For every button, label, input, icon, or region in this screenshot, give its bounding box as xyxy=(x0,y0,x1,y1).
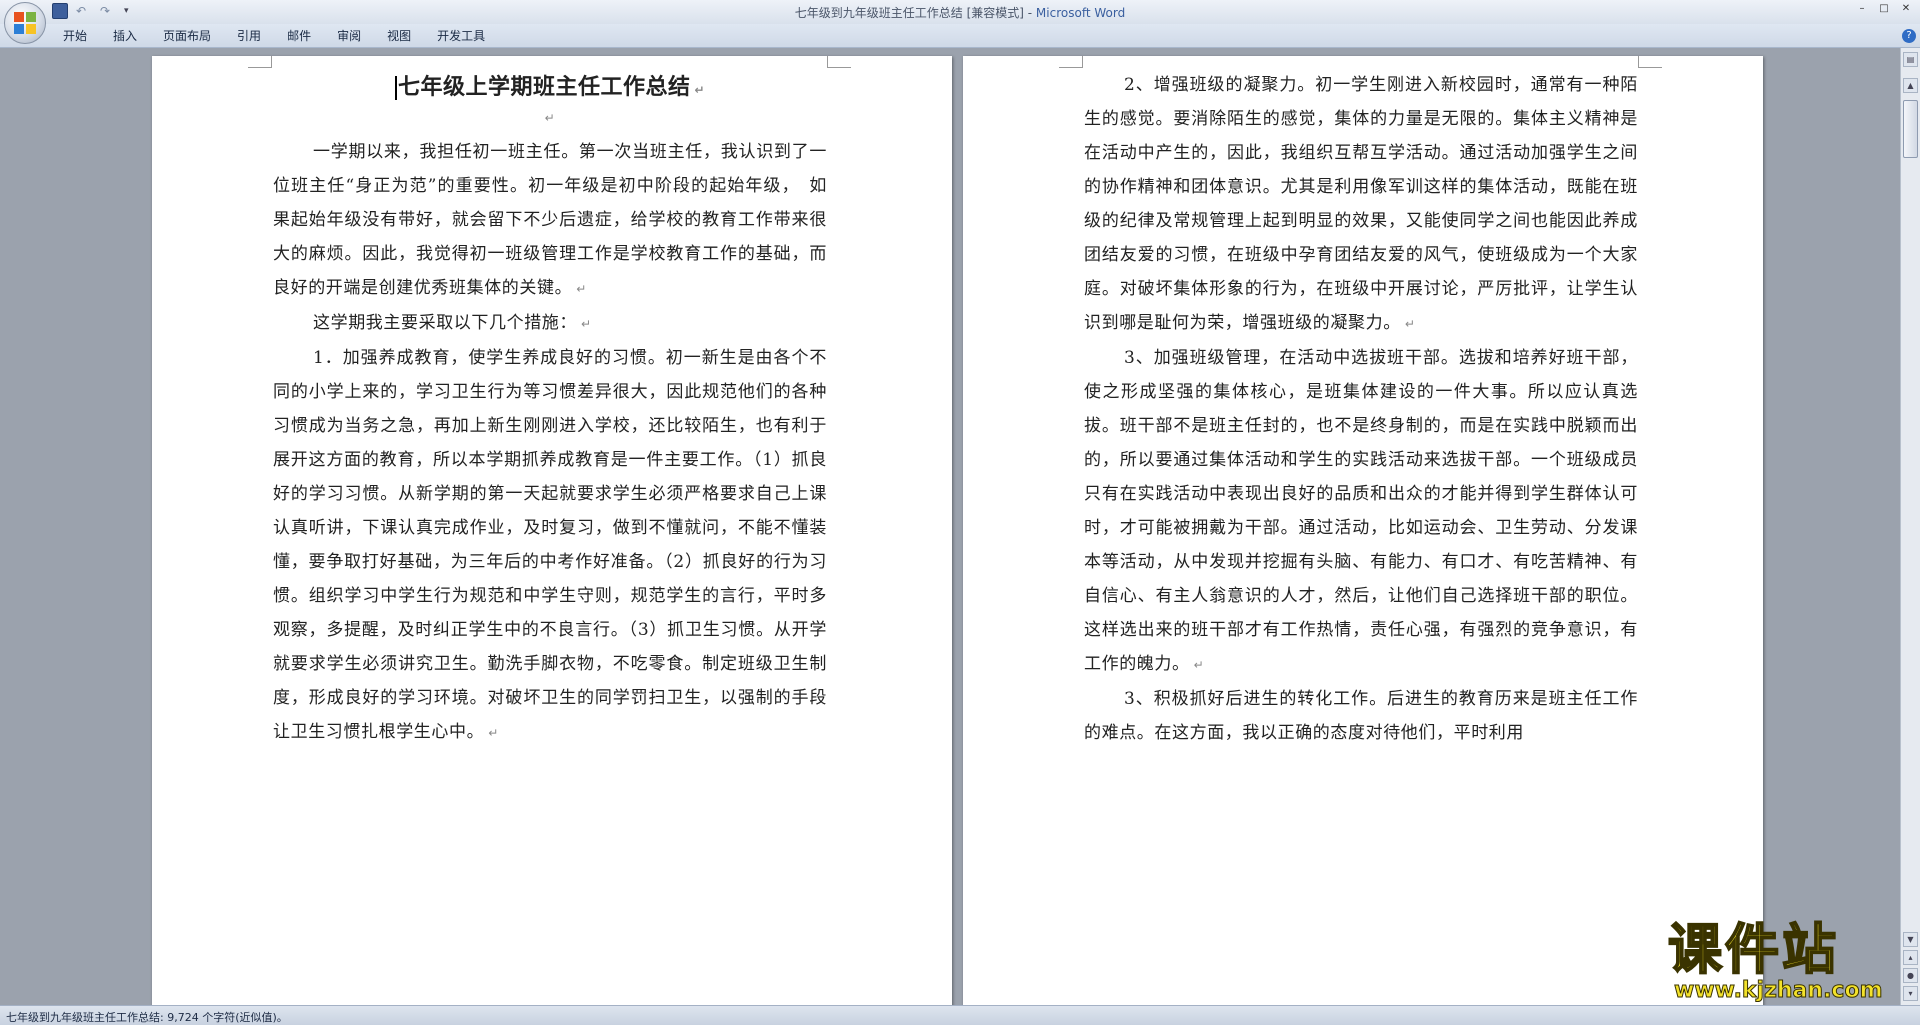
office-logo-icon xyxy=(14,12,36,34)
paragraph: 一学期以来，我担任初一班主任。第一次当班主任，我认识到了一位班主任“身正为范”的… xyxy=(273,135,827,306)
text-cursor xyxy=(394,76,397,100)
next-page-icon[interactable]: ▾ xyxy=(1903,986,1918,1001)
tab-developer[interactable]: 开发工具 xyxy=(424,24,498,48)
tab-references[interactable]: 引用 xyxy=(224,24,274,48)
help-icon[interactable]: ? xyxy=(1902,29,1916,43)
page-1-body[interactable]: 七年级上学期班主任工作总结 ↵ ↵ 一学期以来，我担任初一班主任。第一次当班主任，… xyxy=(273,56,827,750)
watermark-url: www.kjzhan.com xyxy=(1674,978,1884,1003)
vertical-scrollbar[interactable]: ▤ ▲ ▼ ▴ ● ▾ xyxy=(1900,48,1920,1005)
paragraph-mark: ↵ xyxy=(1404,317,1416,331)
tab-review[interactable]: 审阅 xyxy=(324,24,374,48)
paragraph: 1．加强养成教育，使学生养成良好的习惯。初一新生是由各个不同的小学上来的，学习卫… xyxy=(273,341,827,750)
tab-page-layout[interactable]: 页面布局 xyxy=(150,24,224,48)
tab-home[interactable]: 开始 xyxy=(50,24,100,48)
crop-mark xyxy=(827,56,851,68)
paragraph-text: 2、增强班级的凝聚力。初一学生刚进入新校园时，通常有一种陌生的感觉。要消除陌生的… xyxy=(1084,75,1638,333)
paragraph: 3、积极抓好后进生的转化工作。后进生的教育历来是班主任工作的难点。在这方面，我以… xyxy=(1084,682,1638,750)
scroll-thumb[interactable] xyxy=(1903,100,1918,158)
page-1[interactable]: 七年级上学期班主任工作总结 ↵ ↵ 一学期以来，我担任初一班主任。第一次当班主任，… xyxy=(152,56,952,1005)
status-bar: 七年级到九年级班主任工作总结: 9,724 个字符(近似值)。 xyxy=(0,1005,1920,1025)
paragraph-mark: ↵ xyxy=(576,282,587,296)
watermark-title: 课件站 xyxy=(1667,918,1839,981)
tab-view[interactable]: 视图 xyxy=(374,24,424,48)
scroll-down-icon[interactable]: ▼ xyxy=(1903,932,1918,947)
document-title: 七年级到九年级班主任工作总结 [兼容模式] - xyxy=(794,6,1036,20)
office-button[interactable] xyxy=(4,2,46,44)
paragraph-text: 这学期我主要采取以下几个措施： xyxy=(313,313,577,333)
paragraph: 3、加强班级管理，在活动中选拔班干部。选拔和培养好班干部，使之形成坚强的集体核心… xyxy=(1084,341,1638,682)
paragraph-text: 3、积极抓好后进生的转化工作。后进生的教育历来是班主任工作的难点。在这方面，我以… xyxy=(1084,689,1638,743)
ribbon-tab-bar: 开始 插入 页面布局 引用 邮件 审阅 视图 开发工具 ? xyxy=(0,24,1920,48)
previous-page-icon[interactable]: ▴ xyxy=(1903,950,1918,965)
heading-text: 七年级上学期班主任工作总结 xyxy=(397,74,691,100)
app-name: Microsoft Word xyxy=(1035,6,1126,20)
document-area: 七年级上学期班主任工作总结 ↵ ↵ 一学期以来，我担任初一班主任。第一次当班主任，… xyxy=(0,48,1900,1005)
paragraph-mark: ↵ xyxy=(581,317,592,331)
close-button[interactable]: ✕ xyxy=(1898,2,1914,16)
minimize-button[interactable]: – xyxy=(1854,2,1870,16)
site-watermark: 课件站 www.kjzhan.com xyxy=(1667,918,1898,1004)
page-2-body[interactable]: 2、增强班级的凝聚力。初一学生刚进入新校园时，通常有一种陌生的感觉。要消除陌生的… xyxy=(1084,68,1638,750)
paragraph-mark: ↵ xyxy=(1193,658,1205,672)
window-title: 七年级到九年级班主任工作总结 [兼容模式] - Microsoft Word xyxy=(0,4,1920,21)
maximize-button[interactable]: □ xyxy=(1876,2,1892,16)
tab-insert[interactable]: 插入 xyxy=(100,24,150,48)
window-controls: – □ ✕ xyxy=(1854,2,1914,16)
browse-object-icon[interactable]: ● xyxy=(1903,968,1918,983)
document-heading: 七年级上学期班主任工作总结 ↵ xyxy=(273,72,827,105)
scroll-up-icon[interactable]: ▲ xyxy=(1903,78,1918,93)
page-2[interactable]: 2、增强班级的凝聚力。初一学生刚进入新校园时，通常有一种陌生的感觉。要消除陌生的… xyxy=(963,56,1763,1005)
paragraph-text: 1．加强养成教育，使学生养成良好的习惯。初一新生是由各个不同的小学上来的，学习卫… xyxy=(273,348,827,742)
title-bar: ↶ ↷ ▾ 七年级到九年级班主任工作总结 [兼容模式] - Microsoft … xyxy=(0,0,1920,24)
paragraph: 这学期我主要采取以下几个措施： ↵ xyxy=(273,306,827,341)
paragraph: 2、增强班级的凝聚力。初一学生刚进入新校园时，通常有一种陌生的感觉。要消除陌生的… xyxy=(1084,68,1638,341)
paragraph-text: 3、加强班级管理，在活动中选拔班干部。选拔和培养好班干部，使之形成坚强的集体核心… xyxy=(1084,348,1638,674)
ruler-toggle-icon[interactable]: ▤ xyxy=(1903,52,1918,67)
crop-mark xyxy=(1638,56,1662,68)
paragraph-text: 一学期以来，我担任初一班主任。第一次当班主任，我认识到了一位班主任“身正为范”的… xyxy=(273,142,827,298)
paragraph-mark: ↵ xyxy=(694,83,706,97)
crop-mark xyxy=(1059,56,1083,68)
paragraph-mark: ↵ xyxy=(488,726,499,740)
ribbon-tabs: 开始 插入 页面布局 引用 邮件 审阅 视图 开发工具 xyxy=(50,24,498,48)
word-count-status[interactable]: 七年级到九年级班主任工作总结: 9,724 个字符(近似值)。 xyxy=(6,1009,288,1025)
tab-mailings[interactable]: 邮件 xyxy=(274,24,324,48)
paragraph-mark: ↵ xyxy=(544,111,556,125)
crop-mark xyxy=(248,56,272,68)
